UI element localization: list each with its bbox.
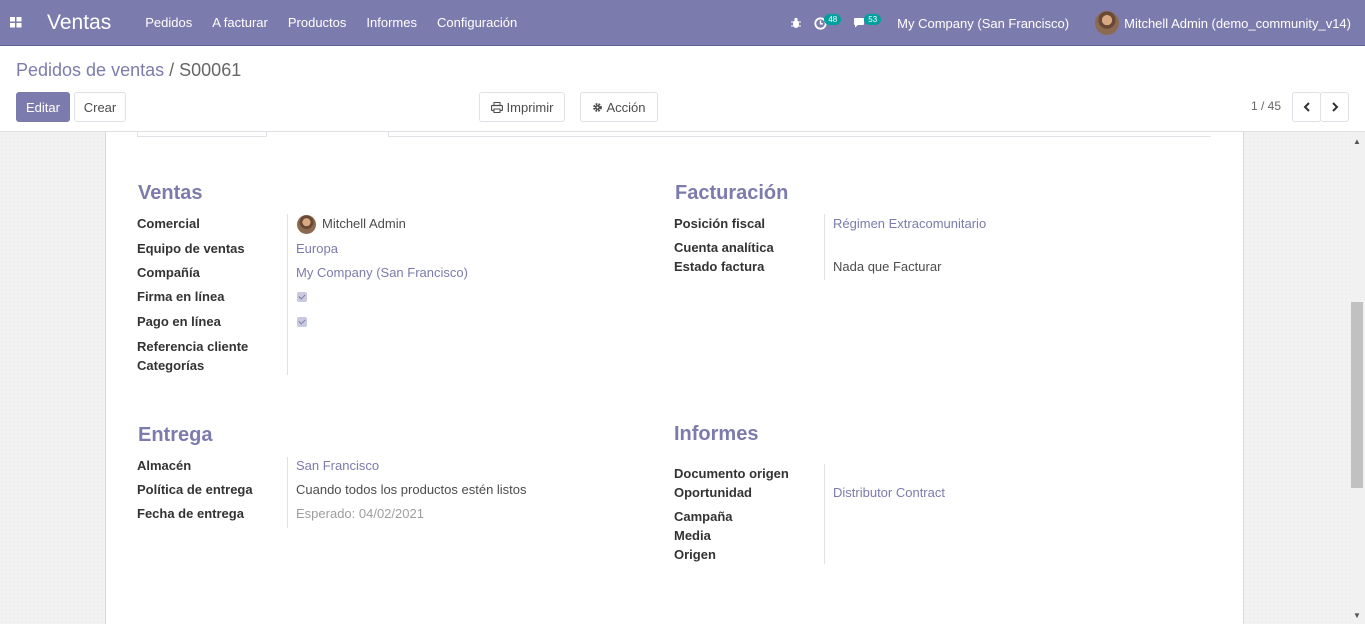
gear-icon: [593, 102, 603, 112]
edit-button[interactable]: Editar: [16, 92, 70, 122]
pago-label: Pago en línea: [137, 314, 221, 329]
print-label: Imprimir: [506, 99, 554, 115]
almacen-value[interactable]: San Francisco: [296, 458, 379, 473]
facturacion-group-title: Facturación: [675, 182, 789, 204]
campana-label: Campaña: [674, 509, 733, 524]
top-navbar: Ventas Pedidos A facturar Productos Info…: [0, 0, 1365, 46]
oportunidad-label: Oportunidad: [674, 485, 752, 500]
menu-productos[interactable]: Productos: [288, 15, 347, 30]
firma-label: Firma en línea: [137, 289, 225, 304]
comercial-value[interactable]: Mitchell Admin: [322, 216, 406, 231]
action-button[interactable]: Acción: [580, 92, 658, 122]
comercial-avatar: [297, 215, 316, 234]
bug-icon[interactable]: [790, 17, 802, 29]
pago-checkbox[interactable]: [297, 317, 307, 327]
posicion-label: Posición fiscal: [674, 216, 766, 231]
fecha-label: Fecha de entrega: [137, 506, 244, 521]
almacen-label: Almacén: [137, 458, 192, 473]
notebook-tab-edge: [137, 132, 267, 137]
activity-clock-icon[interactable]: 48: [814, 13, 842, 30]
entrega-divider: [287, 457, 288, 528]
scroll-down-arrow-icon[interactable]: ▼: [1352, 611, 1362, 621]
menu-informes[interactable]: Informes: [366, 15, 417, 30]
user-name: Mitchell Admin (demo_community_v14): [1124, 15, 1351, 31]
previous-button[interactable]: [1292, 92, 1321, 122]
facturacion-divider: [824, 214, 825, 280]
user-menu[interactable]: Mitchell Admin (demo_community_v14): [1095, 11, 1351, 35]
breadcrumb-separator: /: [169, 60, 175, 80]
print-icon: [490, 101, 503, 113]
menu-pedidos[interactable]: Pedidos: [145, 15, 192, 30]
messages-icon[interactable]: 53: [853, 13, 882, 29]
breadcrumb: Pedidos de ventas / S00061: [16, 60, 241, 81]
compania-value[interactable]: My Company (San Francisco): [296, 265, 468, 280]
ventas-group-title: Ventas: [138, 182, 203, 204]
referencia-label: Referencia cliente: [137, 339, 249, 354]
politica-label: Política de entrega: [137, 482, 253, 497]
media-label: Media: [674, 528, 711, 543]
ventas-divider: [287, 214, 288, 375]
oportunidad-value[interactable]: Distributor Contract: [833, 485, 945, 500]
chevron-left-icon: [1303, 102, 1310, 112]
action-label: Acción: [606, 99, 646, 115]
menu-a-facturar[interactable]: A facturar: [212, 15, 268, 30]
breadcrumb-current: S00061: [179, 60, 242, 80]
entrega-group-title: Entrega: [138, 424, 213, 446]
origen-label: Origen: [674, 547, 716, 562]
documento-label: Documento origen: [674, 466, 789, 481]
activity-count-badge: 48: [824, 13, 842, 25]
informes-group-title: Informes: [674, 423, 759, 445]
compania-label: Compañía: [137, 265, 200, 280]
fecha-value: Esperado: 04/02/2021: [296, 506, 424, 521]
estado-value: Nada que Facturar: [833, 259, 942, 274]
estado-label: Estado factura: [674, 259, 765, 274]
control-panel: Pedidos de ventas / S00061 Editar Crear …: [0, 46, 1365, 132]
user-avatar: [1095, 11, 1120, 35]
cuenta-label: Cuenta analítica: [674, 240, 774, 255]
informes-divider: [824, 464, 825, 564]
firma-checkbox[interactable]: [297, 292, 307, 302]
politica-value: Cuando todos los productos estén listos: [296, 482, 527, 497]
print-button[interactable]: Imprimir: [479, 92, 565, 122]
comercial-label: Comercial: [137, 216, 200, 231]
apps-menu-icon[interactable]: [0, 0, 32, 46]
scroll-up-arrow-icon[interactable]: ▲: [1352, 137, 1362, 147]
categorias-label: Categorías: [137, 358, 205, 373]
next-button[interactable]: [1320, 92, 1349, 122]
scrollbar-thumb[interactable]: [1351, 302, 1363, 488]
breadcrumb-parent[interactable]: Pedidos de ventas: [16, 60, 164, 80]
pager-value[interactable]: 1 / 45: [1251, 99, 1281, 113]
notebook-tab-edge: [388, 132, 1211, 137]
create-button[interactable]: Crear: [74, 92, 126, 122]
posicion-value[interactable]: Régimen Extracomunitario: [833, 216, 986, 231]
messages-count-badge: 53: [864, 13, 882, 25]
equipo-label: Equipo de ventas: [137, 241, 245, 256]
equipo-value[interactable]: Europa: [296, 241, 338, 256]
chevron-right-icon: [1331, 102, 1338, 112]
company-switcher[interactable]: My Company (San Francisco): [897, 16, 1069, 31]
menu-configuracion[interactable]: Configuración: [437, 15, 517, 30]
app-name[interactable]: Ventas: [47, 11, 111, 35]
